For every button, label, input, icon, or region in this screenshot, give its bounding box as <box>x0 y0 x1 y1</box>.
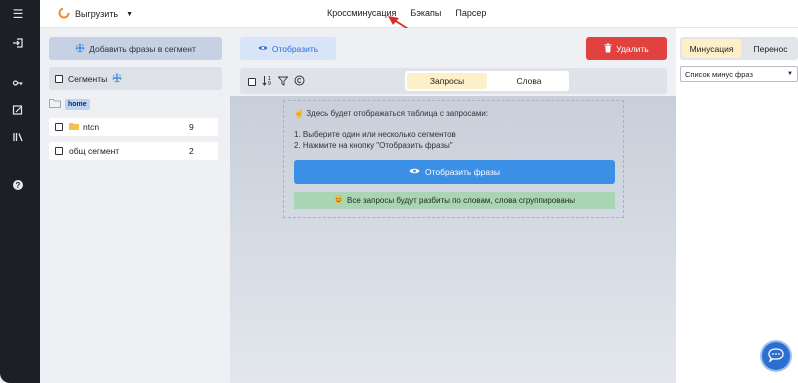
key-icon[interactable] <box>10 77 26 93</box>
help-icon[interactable]: ? <box>10 179 26 195</box>
hint-step-1: 1. Выберите один или несколько сегментов <box>294 130 456 139</box>
copyright-icon[interactable] <box>294 75 305 89</box>
home-folder[interactable]: home <box>49 98 90 110</box>
right-tabs: Минусация Перенос <box>680 37 798 60</box>
svg-text:9: 9 <box>268 81 271 86</box>
minus-panel: Минусация Перенос Список минус фраз ▼ <box>676 28 798 383</box>
filter-icon[interactable] <box>277 76 289 89</box>
segments-title: Сегменты <box>68 73 108 84</box>
plus-icon <box>75 43 85 55</box>
menu-icon[interactable]: ☰ <box>10 6 26 22</box>
segment-count: 9 <box>189 122 194 132</box>
segments-panel: Добавить фразы в сегмент Сегменты home n… <box>40 28 230 383</box>
export-label: Выгрузить <box>75 9 119 19</box>
segment-count: 2 <box>189 146 194 156</box>
top-bar: Выгрузить ▼ Кроссминусация Бэкапы Парсер <box>40 0 798 28</box>
nav-backups[interactable]: Бэкапы <box>410 8 441 18</box>
minus-list-select[interactable]: Список минус фраз ▼ <box>680 66 798 82</box>
trash-icon <box>604 43 612 55</box>
add-phrases-label: Добавить фразы в сегмент <box>89 43 196 54</box>
info-banner: Все запросы будут разбиты по словам, сло… <box>294 192 615 209</box>
show-button[interactable]: Отобразить <box>240 37 336 60</box>
show-phrases-label: Отобразить фразы <box>424 167 501 177</box>
show-label: Отобразить <box>271 43 319 54</box>
home-tag: home <box>65 98 90 110</box>
pointing-hand-icon: ☝ <box>294 109 304 118</box>
tab-words[interactable]: Слова <box>489 71 569 91</box>
export-menu[interactable]: Выгрузить ▼ <box>58 7 133 21</box>
hint-step-2: 2. Нажмите на кнопку "Отобразить фразы" <box>294 141 453 150</box>
nav-parser[interactable]: Парсер <box>455 8 486 18</box>
export-logo-icon <box>58 7 70 21</box>
add-segment-icon[interactable] <box>112 73 122 85</box>
select-all-checkbox[interactable] <box>55 74 63 83</box>
delete-label: Удалить <box>616 43 649 54</box>
sort-icon[interactable]: 19 <box>262 75 272 89</box>
tab-minus[interactable]: Минусация <box>682 39 741 58</box>
folder-icon <box>69 122 79 132</box>
nav-crossminus[interactable]: Кроссминусация <box>327 8 396 18</box>
info-banner-text: Все запросы будут разбиты по словам, сло… <box>347 196 575 205</box>
folder-outline-icon <box>49 98 61 110</box>
top-nav: Кроссминусация Бэкапы Парсер <box>327 8 486 18</box>
eye-icon <box>409 167 420 177</box>
segment-name: общ сегмент <box>69 146 120 156</box>
chat-icon <box>768 348 784 364</box>
app-sidebar: ☰ ? <box>0 0 40 383</box>
tab-queries[interactable]: Запросы <box>407 73 487 89</box>
library-icon[interactable] <box>10 131 26 147</box>
segment-row[interactable]: ntcn 9 <box>49 118 218 136</box>
queries-panel: Отобразить Удалить 19 Запросы Слова ☝ Зд… <box>230 28 676 383</box>
view-tabs: Запросы Слова <box>405 71 569 91</box>
hint-steps: 1. Выберите один или несколько сегментов… <box>294 129 456 151</box>
minus-list-value: Список минус фраз <box>685 69 753 79</box>
login-icon[interactable] <box>10 37 26 53</box>
chevron-down-icon: ▼ <box>787 71 793 77</box>
segment-row[interactable]: общ сегмент 2 <box>49 142 218 160</box>
delete-button[interactable]: Удалить <box>586 37 667 60</box>
chat-button[interactable] <box>762 342 790 370</box>
hint-title: ☝ Здесь будет отображаться таблица с зап… <box>294 109 489 118</box>
svg-text:?: ? <box>16 181 21 190</box>
table-area: ☝ Здесь будет отображаться таблица с зап… <box>230 96 676 383</box>
smile-icon <box>334 195 343 206</box>
add-phrases-button[interactable]: Добавить фразы в сегмент <box>49 37 222 60</box>
segment-checkbox[interactable] <box>55 147 63 155</box>
segment-checkbox[interactable] <box>55 123 63 131</box>
segments-header: Сегменты <box>49 67 222 90</box>
empty-state: ☝ Здесь будет отображаться таблица с зап… <box>283 100 624 218</box>
chevron-down-icon: ▼ <box>126 10 134 18</box>
segment-name: ntcn <box>83 122 100 132</box>
show-phrases-button[interactable]: Отобразить фразы <box>294 160 615 184</box>
tab-transfer[interactable]: Перенос <box>743 37 798 60</box>
select-all-rows-checkbox[interactable] <box>248 78 256 86</box>
eye-icon <box>258 44 268 54</box>
table-toolbar: 19 Запросы Слова <box>240 68 667 94</box>
edit-icon[interactable] <box>10 104 26 120</box>
